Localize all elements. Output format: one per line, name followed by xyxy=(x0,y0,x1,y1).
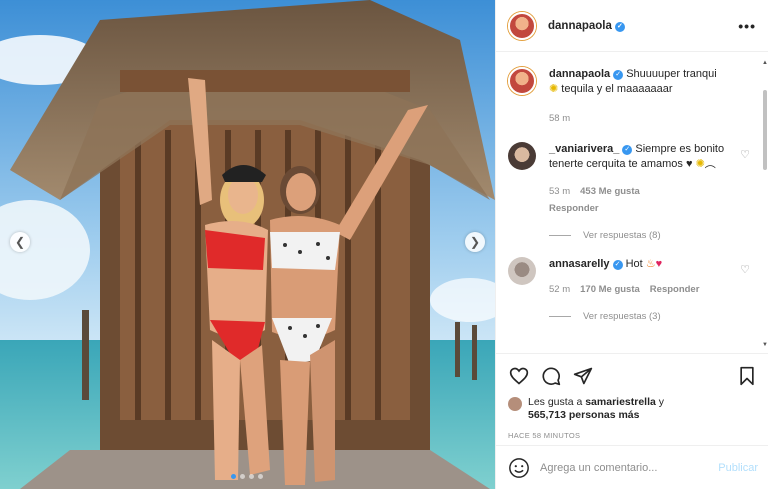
comment-time[interactable]: 53 m xyxy=(549,184,570,199)
beach-photo-illustration xyxy=(0,0,495,489)
author-username[interactable]: dannapaola ✓ xyxy=(548,20,625,32)
comment-body: annasarelly ✓ Hot ♨♥ 52 m 170 Me gusta Re… xyxy=(549,257,729,297)
comment-likes[interactable]: 453 Me gusta xyxy=(580,184,640,199)
view-replies-button[interactable]: Ver respuestas (8) xyxy=(549,230,756,241)
commenter-avatar[interactable] xyxy=(508,142,536,170)
wave-emoji-icon: ︵ xyxy=(704,158,716,170)
caption-body: dannapaola ✓ Shuuuuper tranqui ✺ tequila … xyxy=(549,67,729,126)
post-header: dannapaola ✓ ••• xyxy=(496,0,768,52)
verified-badge-icon: ✓ xyxy=(612,260,623,270)
scroll-down-arrow-icon[interactable]: ▼ xyxy=(762,342,768,348)
instagram-post: ❮ ❯ dannapaola ✓ ••• dannapaola ✓ Shuuuu… xyxy=(0,0,768,489)
scrollbar-thumb[interactable] xyxy=(763,90,767,170)
caption: dannapaola ✓ Shuuuuper tranqui ✺ tequila … xyxy=(508,67,756,126)
comments-list: dannapaola ✓ Shuuuuper tranqui ✺ tequila … xyxy=(496,53,768,349)
previous-slide-button[interactable]: ❮ xyxy=(10,232,30,252)
caption-avatar[interactable] xyxy=(508,67,536,95)
carousel-dot xyxy=(231,474,236,479)
comment-time[interactable]: 52 m xyxy=(549,282,570,297)
comment-text: Hot xyxy=(625,258,643,270)
reply-button[interactable]: Responder xyxy=(650,282,700,297)
publish-button[interactable]: Publicar xyxy=(718,462,758,474)
heart-icon[interactable] xyxy=(508,365,530,387)
author-avatar[interactable] xyxy=(508,11,536,40)
view-replies-label: Ver respuestas (8) xyxy=(583,230,661,241)
view-replies-button[interactable]: Ver respuestas (3) xyxy=(549,311,756,322)
likes-summary[interactable]: Les gusta a samariestrella y 565,713 per… xyxy=(508,396,758,422)
liker-username[interactable]: samariestrella xyxy=(585,396,656,408)
caption-username[interactable]: dannapaola xyxy=(549,68,610,80)
more-options-button[interactable]: ••• xyxy=(738,18,756,34)
comment-icon[interactable] xyxy=(540,365,562,387)
view-replies-label: Ver respuestas (3) xyxy=(583,311,661,322)
verified-badge-icon: ✓ xyxy=(614,21,625,32)
action-icons xyxy=(508,364,758,388)
post-photo[interactable]: ❮ ❯ xyxy=(0,0,495,489)
comment-meta: 53 m 453 Me gusta xyxy=(549,184,729,199)
comments-scrollbar[interactable]: ▲ ▼ xyxy=(762,60,768,348)
carousel-dot xyxy=(249,474,254,479)
bookmark-icon[interactable] xyxy=(736,365,758,387)
comment-username[interactable]: annasarelly xyxy=(549,258,610,270)
comment-meta: 52 m 170 Me gusta Responder xyxy=(549,282,729,297)
fire-emoji-icon: ♨ xyxy=(645,258,656,270)
comment-like-heart-icon[interactable]: ♡ xyxy=(740,263,750,276)
post-details-panel: dannapaola ✓ ••• dannapaola ✓ Shuuuuper tr… xyxy=(495,0,768,489)
carousel-indicator xyxy=(231,474,263,479)
carousel-dot xyxy=(240,474,245,479)
comment-body: _vaniarivera_ ✓ Siempre es bonito tenerte… xyxy=(549,142,729,216)
caption-text-start: Shuuuuper tranqui xyxy=(626,68,717,80)
comment-item: _vaniarivera_ ✓ Siempre es bonito tenerte… xyxy=(508,142,756,216)
comment-meta-reply: Responder xyxy=(549,201,729,216)
add-comment-bar: Publicar xyxy=(496,445,768,489)
share-icon[interactable] xyxy=(572,365,594,387)
verified-badge-icon: ✓ xyxy=(613,70,624,80)
caption-time[interactable]: 58 m xyxy=(549,111,570,126)
likes-text: Les gusta a samariestrella y 565,713 per… xyxy=(528,396,665,421)
divider-line xyxy=(549,316,571,317)
chevron-left-icon: ❮ xyxy=(14,235,26,249)
caption-meta: 58 m xyxy=(549,111,729,126)
divider-line xyxy=(549,235,571,236)
comment-item: annasarelly ✓ Hot ♨♥ 52 m 170 Me gusta Re… xyxy=(508,257,756,297)
sun-emoji-icon: ✺ xyxy=(549,83,559,95)
commenter-avatar[interactable] xyxy=(508,257,536,285)
liker-avatar xyxy=(508,397,522,411)
sun-emoji-icon: ✺ xyxy=(695,158,705,170)
verified-badge-icon: ✓ xyxy=(622,145,633,155)
next-slide-button[interactable]: ❯ xyxy=(465,232,485,252)
likes-count[interactable]: 565,713 personas más xyxy=(528,409,640,421)
post-actions: Les gusta a samariestrella y 565,713 per… xyxy=(496,353,768,440)
comment-likes[interactable]: 170 Me gusta xyxy=(580,282,640,297)
smile-icon[interactable] xyxy=(508,457,530,479)
scroll-up-arrow-icon[interactable]: ▲ xyxy=(762,60,768,66)
reply-button[interactable]: Responder xyxy=(549,201,599,216)
post-timestamp[interactable]: HACE 58 MINUTOS xyxy=(508,431,758,440)
comment-input[interactable] xyxy=(540,461,700,474)
comment-username[interactable]: _vaniarivera_ xyxy=(549,143,619,155)
comment-like-heart-icon[interactable]: ♡ xyxy=(740,148,750,161)
red-heart-emoji-icon: ♥ xyxy=(655,258,663,270)
carousel-dot xyxy=(258,474,263,479)
caption-text-end: tequila y el maaaaaaar xyxy=(561,83,673,95)
chevron-right-icon: ❯ xyxy=(469,235,481,249)
